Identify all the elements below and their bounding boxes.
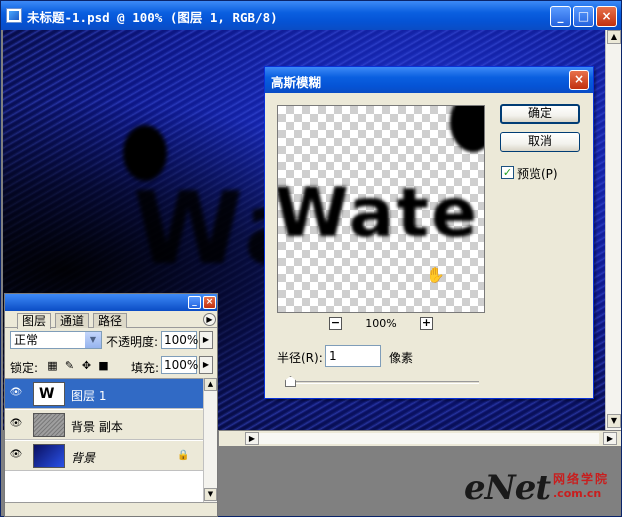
- fill-label: 填充:: [131, 361, 160, 375]
- minimize-button[interactable]: _: [550, 6, 571, 27]
- layer-thumbnail: [33, 382, 65, 406]
- scroll-down-arrow-icon[interactable]: ▼: [204, 488, 217, 501]
- lock-all-icon[interactable]: ■: [97, 359, 110, 372]
- maximize-button[interactable]: □: [573, 6, 594, 27]
- hand-cursor-icon: ✋: [426, 266, 445, 284]
- scroll-right-arrow-icon[interactable]: ▶: [603, 432, 617, 445]
- opacity-field[interactable]: 100%: [161, 331, 198, 349]
- cancel-button[interactable]: 取消: [500, 132, 580, 152]
- visibility-eye-icon[interactable]: 👁: [9, 418, 23, 430]
- canvas-horizontal-scrollbar[interactable]: ▶ ▶: [219, 430, 621, 446]
- layers-palette-titlebar[interactable]: _ ×: [5, 294, 217, 311]
- layer-lock-icon: 🔒: [177, 450, 190, 461]
- layers-palette-footer: [5, 502, 217, 516]
- tab-paths[interactable]: 路径: [93, 313, 128, 328]
- radius-slider-track[interactable]: [285, 381, 479, 384]
- document-titlebar[interactable]: 未标题-1.psd @ 100% (图层 1, RGB/8) _ □ ×: [1, 1, 621, 30]
- watermark-cn-text: 网络学院: [553, 472, 610, 486]
- palette-menu-icon[interactable]: ▶: [203, 313, 216, 326]
- layer-row-background[interactable]: 👁 背景 🔒: [5, 441, 203, 471]
- layers-palette: _ × 图层 通道 路径 ▶ 正常 ▼ 不透明度: 100% ▶ 锁定: ▦ ✎…: [4, 293, 218, 517]
- palette-close-button[interactable]: ×: [203, 296, 216, 309]
- ok-button[interactable]: 确定: [500, 104, 580, 124]
- layer-name: 图层 1: [71, 389, 107, 403]
- blend-mode-value: 正常: [14, 333, 39, 347]
- layer-row-background-copy[interactable]: 👁 背景 副本: [5, 410, 203, 440]
- lock-label: 锁定:: [10, 361, 39, 375]
- layer-row-layer-1[interactable]: 👁 图层 1: [5, 379, 203, 409]
- layer-thumbnail: [33, 413, 65, 437]
- lock-image-brush-icon[interactable]: ✎: [63, 359, 76, 372]
- scroll-down-arrow-icon[interactable]: ▼: [607, 414, 621, 428]
- preview-water-text: Wate: [277, 174, 480, 253]
- opacity-slider-arrow-icon[interactable]: ▶: [199, 331, 213, 349]
- layer-list: 👁 图层 1 👁 背景 副本 👁 背景 🔒: [5, 378, 203, 502]
- tab-layers[interactable]: 图层: [17, 313, 52, 329]
- enet-watermark-logo: eNet: [464, 468, 551, 508]
- radius-slider-thumb[interactable]: [285, 376, 296, 387]
- zoom-in-button[interactable]: +: [420, 317, 433, 330]
- palette-minimize-button[interactable]: _: [188, 296, 201, 309]
- status-menu-arrow-icon[interactable]: ▶: [245, 432, 259, 445]
- gaussian-blur-dialog: 高斯模糊 × Wate ✋ − 100% + 确定 取消 ✓ 预览(P) 半径(…: [264, 66, 594, 399]
- scroll-up-arrow-icon[interactable]: ▲: [204, 378, 217, 391]
- preview-checkbox[interactable]: ✓: [501, 166, 514, 179]
- horizontal-scroll-track[interactable]: [259, 433, 599, 444]
- dialog-close-button[interactable]: ×: [569, 70, 589, 90]
- radius-input[interactable]: [325, 345, 381, 367]
- visibility-eye-icon[interactable]: 👁: [9, 387, 23, 399]
- palette-tabs: 图层 通道 路径: [5, 311, 217, 329]
- fill-slider-arrow-icon[interactable]: ▶: [199, 356, 213, 374]
- lock-position-move-icon[interactable]: ✥: [80, 359, 93, 372]
- layer-name: 背景 副本: [71, 420, 123, 434]
- preview-blob: [450, 106, 484, 152]
- preview-checkbox-label[interactable]: 预览(P): [517, 165, 558, 182]
- layer-name: 背景: [71, 451, 96, 465]
- layer-list-scrollbar[interactable]: ▲ ▼: [203, 378, 217, 502]
- zoom-level: 100%: [365, 317, 397, 330]
- chevron-down-icon[interactable]: ▼: [85, 332, 101, 348]
- tab-channels[interactable]: 通道: [55, 313, 90, 328]
- radius-label: 半径(R):: [277, 351, 323, 365]
- layer-thumbnail: [33, 444, 65, 468]
- fill-field[interactable]: 100%: [161, 356, 198, 374]
- radius-unit-label: 像素: [389, 351, 414, 365]
- scroll-up-arrow-icon[interactable]: ▲: [607, 30, 621, 44]
- blend-mode-select[interactable]: 正常 ▼: [10, 331, 102, 349]
- zoom-out-button[interactable]: −: [329, 317, 342, 330]
- watermark-domain-text: .com.cn: [553, 487, 602, 500]
- dialog-title: 高斯模糊: [271, 75, 322, 90]
- photoshop-document-icon: [6, 8, 22, 23]
- canvas-vertical-scrollbar[interactable]: ▲ ▼: [605, 30, 621, 430]
- opacity-label: 不透明度:: [106, 335, 159, 349]
- lock-transparency-icon[interactable]: ▦: [46, 359, 59, 372]
- close-button[interactable]: ×: [596, 6, 617, 27]
- visibility-eye-icon[interactable]: 👁: [9, 449, 23, 461]
- blur-preview[interactable]: Wate ✋: [277, 105, 485, 313]
- dialog-titlebar[interactable]: 高斯模糊 ×: [265, 67, 593, 93]
- document-title: 未标题-1.psd @ 100% (图层 1, RGB/8): [27, 10, 278, 25]
